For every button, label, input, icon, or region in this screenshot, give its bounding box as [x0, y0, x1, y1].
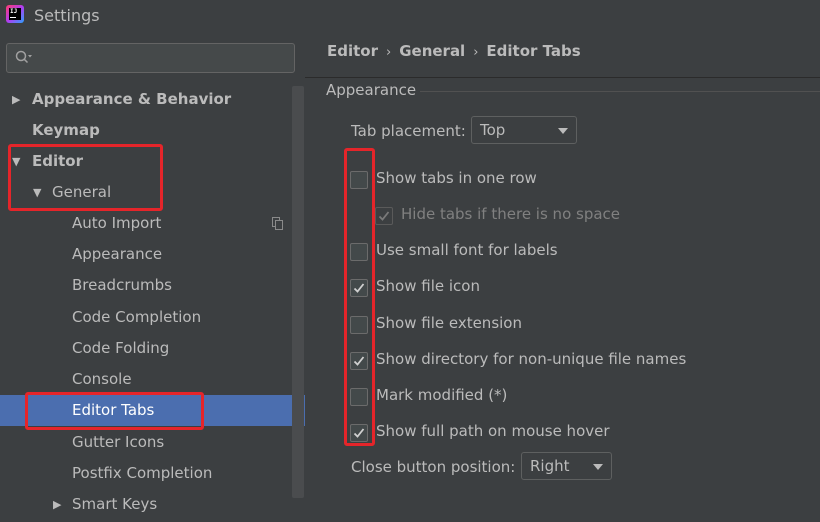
checkmark-icon — [353, 283, 365, 293]
tree-item-keymap[interactable]: Keymap — [0, 115, 305, 146]
tree-item-editor[interactable]: ▼ Editor — [0, 146, 305, 177]
tree-item-gutter-icons[interactable]: Gutter Icons — [0, 427, 305, 458]
tree-item-breadcrumbs[interactable]: Breadcrumbs — [0, 270, 305, 301]
tree-item-code-completion[interactable]: Code Completion — [0, 302, 305, 333]
checkbox-label: Mark modified (*) — [376, 386, 508, 404]
tree-item-console[interactable]: Console — [0, 364, 305, 395]
checkbox-label: Use small font for labels — [376, 241, 558, 259]
breadcrumb: Editor › General › Editor Tabs — [327, 42, 581, 60]
checkbox[interactable] — [350, 279, 368, 297]
tab-placement-value: Top — [480, 121, 506, 139]
tree-item-label: Auto Import — [72, 214, 162, 232]
tree-item-postfix-completion[interactable]: Postfix Completion — [0, 458, 305, 489]
checkbox-label: Hide tabs if there is no space — [401, 205, 621, 223]
tree-item-label: Editor — [32, 152, 83, 170]
chevron-right-icon[interactable]: ▶ — [53, 489, 61, 520]
close-button-position-select[interactable]: Right — [521, 452, 612, 480]
window-title: Settings — [34, 6, 100, 25]
checkbox[interactable] — [350, 243, 368, 261]
tree-item-label: Keymap — [32, 121, 100, 139]
breadcrumb-item: Editor — [327, 42, 378, 60]
tree-item-general[interactable]: ▼ General — [0, 177, 305, 208]
checkmark-icon — [353, 428, 365, 438]
tree-item-label: Editor Tabs — [72, 401, 155, 419]
tab-placement-select[interactable]: Top — [471, 116, 577, 144]
tree-item-label: Smart Keys — [72, 495, 158, 513]
tree-item-smart-keys[interactable]: ▶ Smart Keys — [0, 489, 305, 520]
chevron-down-icon — [558, 128, 568, 134]
checkbox-label: Show file icon — [376, 277, 480, 295]
chevron-down-icon[interactable]: ▼ — [33, 177, 41, 208]
header-separator — [305, 77, 820, 78]
tree-item-appearance[interactable]: Appearance — [0, 239, 305, 270]
breadcrumb-separator: › — [473, 45, 479, 60]
search-icon[interactable] — [15, 50, 33, 66]
checkmark-icon — [353, 356, 365, 366]
close-button-position-value: Right — [530, 457, 570, 475]
tree-item-label: Gutter Icons — [72, 433, 165, 451]
checkbox[interactable] — [350, 316, 368, 334]
copy-settings-icon — [272, 217, 283, 230]
title-bar: IJ Settings — [0, 0, 820, 30]
checkbox[interactable] — [350, 171, 368, 189]
close-button-position-label: Close button position: — [351, 458, 516, 476]
checkbox-label: Show directory for non-unique file names — [376, 350, 687, 368]
breadcrumb-item: General — [399, 42, 466, 60]
settings-sidebar: ▶ Appearance & Behavior Keymap ▼ Editor … — [0, 30, 305, 522]
tree-item-label: Postfix Completion — [72, 464, 213, 482]
tree-item-editor-tabs[interactable]: Editor Tabs — [0, 395, 305, 426]
tree-item-code-folding[interactable]: Code Folding — [0, 333, 305, 364]
checkbox[interactable] — [350, 352, 368, 370]
tree-item-label: Console — [72, 370, 132, 388]
tree-item-label: Appearance & Behavior — [32, 90, 232, 108]
tree-item-label: Appearance — [72, 245, 163, 263]
breadcrumb-item: Editor Tabs — [486, 42, 581, 60]
tree-item-label: Breadcrumbs — [72, 276, 172, 294]
tree-item-label: General — [52, 183, 112, 201]
checkbox[interactable] — [350, 424, 368, 442]
tree-item-label: Code Folding — [72, 339, 170, 357]
checkbox — [375, 207, 393, 225]
tree-item-appearance-behavior[interactable]: ▶ Appearance & Behavior — [0, 84, 305, 115]
checkbox-label: Show file extension — [376, 314, 522, 332]
settings-content: Editor › General › Editor Tabs Appearance Ta… — [305, 30, 820, 522]
tab-placement-label: Tab placement: — [351, 122, 466, 140]
tree-item-auto-import[interactable]: Auto Import — [0, 208, 305, 239]
intellij-idea-icon: IJ — [6, 5, 24, 23]
chevron-down-icon[interactable]: ▼ — [12, 146, 20, 177]
sidebar-scrollbar[interactable] — [292, 86, 304, 498]
chevron-right-icon[interactable]: ▶ — [12, 84, 20, 115]
tree-item-label: Code Completion — [72, 308, 202, 326]
checkbox-label: Show full path on mouse hover — [376, 422, 610, 440]
checkbox-label: Show tabs in one row — [376, 169, 537, 187]
group-divider — [420, 91, 820, 92]
checkmark-icon — [378, 211, 390, 221]
breadcrumb-separator: › — [386, 45, 392, 60]
search-input[interactable] — [6, 43, 295, 73]
checkbox[interactable] — [350, 388, 368, 406]
chevron-down-icon — [593, 464, 603, 470]
group-title: Appearance — [326, 81, 417, 99]
